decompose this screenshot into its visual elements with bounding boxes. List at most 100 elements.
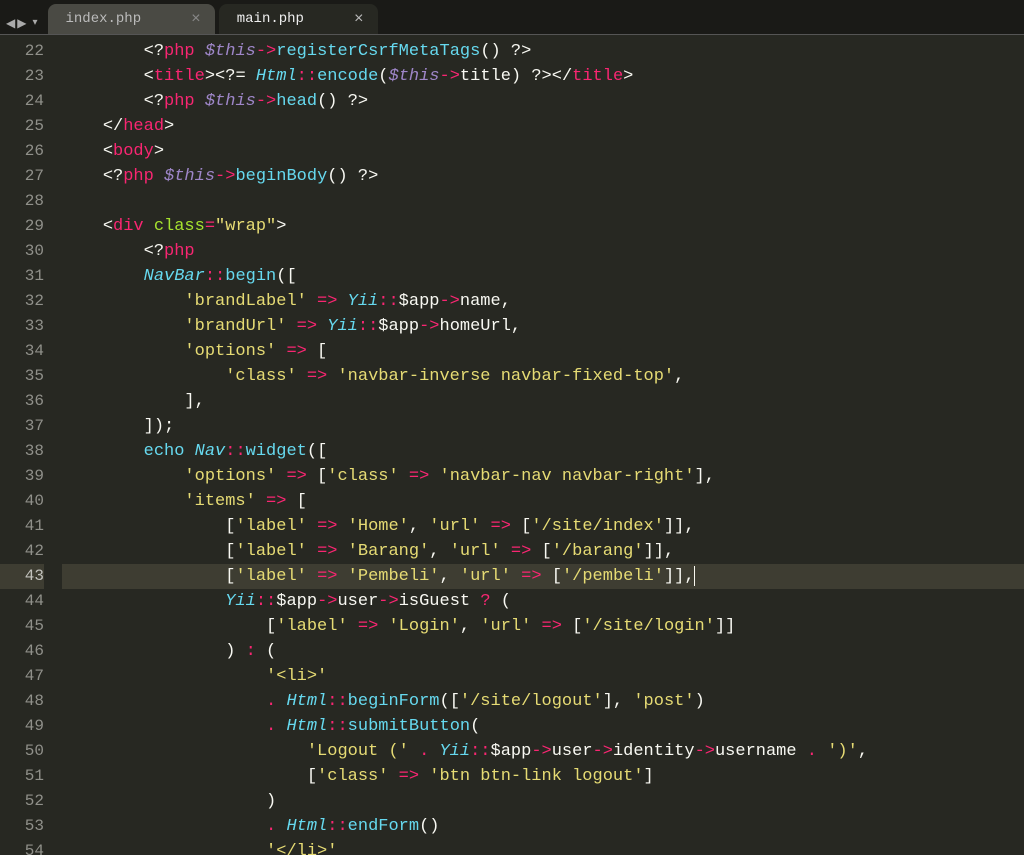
code-line[interactable]: <?php <box>62 239 1024 264</box>
token-func: beginForm <box>348 692 440 711</box>
code-line[interactable]: . Html::endForm() <box>62 814 1024 839</box>
token-default: [ <box>307 467 327 486</box>
token-op: => <box>266 492 286 511</box>
tab-index-php[interactable]: index.php× <box>48 4 215 34</box>
tab-main-php[interactable]: main.php× <box>219 4 378 34</box>
code-line[interactable]: Yii::$app->user->isGuest ? ( <box>62 589 1024 614</box>
token-arrow: -> <box>215 167 235 186</box>
code-line[interactable]: ['label' => 'Pembeli', 'url' => ['/pembe… <box>62 564 1024 589</box>
token-default <box>307 542 317 561</box>
line-number: 38 <box>0 439 44 464</box>
token-op: => <box>317 542 337 561</box>
line-number: 32 <box>0 289 44 314</box>
token-default <box>276 342 286 361</box>
token-default <box>817 742 827 761</box>
code-editor[interactable]: 2223242526272829303132333435363738394041… <box>0 35 1024 855</box>
token-kw: echo <box>144 442 185 461</box>
token-default: homeUrl, <box>440 317 522 336</box>
token-class: Html <box>286 717 327 736</box>
token-op: => <box>307 367 327 386</box>
token-func: registerCsrfMetaTags <box>276 42 480 61</box>
code-line[interactable]: NavBar::begin([ <box>62 264 1024 289</box>
token-str: 'post' <box>633 692 694 711</box>
token-default: , <box>429 542 449 561</box>
token-arrow: -> <box>317 592 337 611</box>
token-default <box>307 567 317 586</box>
code-line[interactable]: echo Nav::widget([ <box>62 439 1024 464</box>
code-line[interactable]: 'options' => [ <box>62 339 1024 364</box>
token-str: '</li>' <box>266 842 337 855</box>
code-line[interactable]: 'brandLabel' => Yii::$app->name, <box>62 289 1024 314</box>
token-phpkw: php <box>164 92 205 111</box>
code-line[interactable]: ) : ( <box>62 639 1024 664</box>
code-line[interactable]: 'class' => 'navbar-inverse navbar-fixed-… <box>62 364 1024 389</box>
token-default: ] <box>644 767 654 786</box>
tab-menu-icon[interactable]: ▾ <box>32 19 37 29</box>
code-line[interactable]: ], <box>62 389 1024 414</box>
code-line[interactable]: 'brandUrl' => Yii::$app->homeUrl, <box>62 314 1024 339</box>
token-punct: > <box>164 117 174 136</box>
code-line[interactable]: ['label' => 'Login', 'url' => ['/site/lo… <box>62 614 1024 639</box>
token-default: , <box>460 617 480 636</box>
token-default: [ <box>266 617 276 636</box>
tab-next-icon[interactable]: ▶ <box>17 18 26 30</box>
token-punct: > <box>154 142 164 161</box>
token-arrow: -> <box>419 317 439 336</box>
token-op: . <box>419 742 429 761</box>
token-str: 'Login' <box>388 617 459 636</box>
code-line[interactable]: ['class' => 'btn btn-link logout'] <box>62 764 1024 789</box>
text-caret <box>694 566 695 586</box>
token-default: $app <box>378 317 419 336</box>
token-default: ) <box>266 792 276 811</box>
code-line[interactable]: ) <box>62 789 1024 814</box>
token-varthis: $this <box>205 92 256 111</box>
code-line[interactable]: . Html::submitButton( <box>62 714 1024 739</box>
token-default: [ <box>307 767 317 786</box>
token-tag: title <box>154 67 205 86</box>
token-str: 'label' <box>235 517 306 536</box>
token-str: 'btn btn-link logout' <box>429 767 643 786</box>
close-icon[interactable]: × <box>191 10 201 28</box>
tab-prev-icon[interactable]: ◀ <box>6 18 15 30</box>
token-op: => <box>358 617 378 636</box>
token-punct: > <box>623 67 633 86</box>
code-line[interactable]: <?php $this->head() ?> <box>62 89 1024 114</box>
token-str: '/site/index' <box>531 517 664 536</box>
line-number: 24 <box>0 89 44 114</box>
code-line[interactable]: . Html::beginForm(['/site/logout'], 'pos… <box>62 689 1024 714</box>
code-area[interactable]: <?php $this->registerCsrfMetaTags() ?> <… <box>54 35 1024 855</box>
token-default: $app <box>399 292 440 311</box>
token-default <box>327 367 337 386</box>
token-op: => <box>511 542 531 561</box>
code-line[interactable]: <?php $this->beginBody() ?> <box>62 164 1024 189</box>
token-str: 'label' <box>235 542 306 561</box>
token-punct: ?> <box>511 42 531 61</box>
token-str: '/site/login' <box>582 617 715 636</box>
token-default: , <box>674 367 684 386</box>
token-op: => <box>286 467 306 486</box>
code-line[interactable]: '</li>' <box>62 839 1024 855</box>
line-number: 54 <box>0 839 44 855</box>
line-number: 44 <box>0 589 44 614</box>
code-line[interactable]: <title><?= Html::encode($this->title) ?>… <box>62 64 1024 89</box>
code-line[interactable]: ['label' => 'Home', 'url' => ['/site/ind… <box>62 514 1024 539</box>
code-line[interactable]: </head> <box>62 114 1024 139</box>
code-line[interactable]: '<li>' <box>62 664 1024 689</box>
token-op: => <box>491 517 511 536</box>
close-icon[interactable]: × <box>354 10 364 28</box>
code-line[interactable] <box>62 189 1024 214</box>
code-line[interactable]: <?php $this->registerCsrfMetaTags() ?> <box>62 39 1024 64</box>
code-line[interactable]: <div class="wrap"> <box>62 214 1024 239</box>
code-line[interactable]: 'Logout (' . Yii::$app->user->identity->… <box>62 739 1024 764</box>
code-line[interactable]: ]); <box>62 414 1024 439</box>
code-line[interactable]: <body> <box>62 139 1024 164</box>
token-punct: ><?= <box>205 67 256 86</box>
code-line[interactable]: 'items' => [ <box>62 489 1024 514</box>
token-default <box>276 817 286 836</box>
code-line[interactable]: ['label' => 'Barang', 'url' => ['/barang… <box>62 539 1024 564</box>
token-default: ) <box>225 642 245 661</box>
token-punct: ?> <box>531 67 551 86</box>
code-line[interactable]: 'options' => ['class' => 'navbar-nav nav… <box>62 464 1024 489</box>
token-default: [ <box>225 567 235 586</box>
token-varthis: $this <box>389 67 440 86</box>
